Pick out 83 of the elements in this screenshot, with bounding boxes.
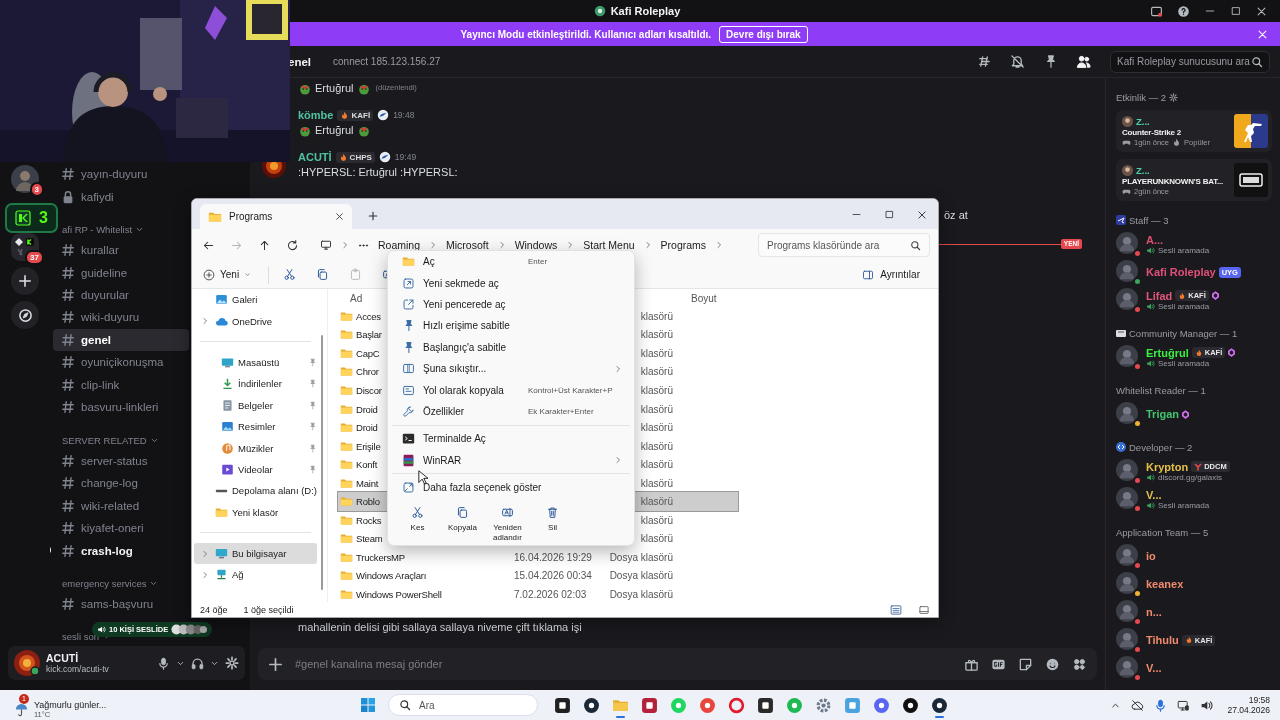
message-text: mahallenin delisi gibi sallaya sallaya niveme çift tıklama işi (298, 620, 582, 633)
file-name: Discor (356, 384, 382, 396)
member-name: A... (1146, 233, 1164, 246)
file-type: Dosya klasörü (608, 588, 673, 600)
badge-count: 3 (39, 209, 48, 227)
member-name: Kafi Roleplay (1146, 266, 1216, 278)
file-name: TruckersMP (356, 551, 405, 563)
member-name: Tihulu (1146, 634, 1179, 646)
file-name: Roblo (356, 496, 380, 508)
member-activity: Sesli aramada (1158, 358, 1210, 368)
message-text: :HYPERSL: Ertuğrul :HYPERSL: (298, 165, 458, 178)
message-text: öz at (944, 208, 968, 221)
file-name: Rocks (356, 514, 382, 526)
member-name: V... (1146, 662, 1162, 674)
member-name: Lifad (1146, 289, 1173, 302)
file-type: klasörü (639, 403, 673, 415)
member-name: io (1146, 550, 1156, 562)
file-type: klasörü (639, 496, 673, 508)
message-time: 19:49 (394, 152, 417, 162)
member-activity: Sesli aramada (1158, 301, 1210, 311)
section-heading: Whitelist Reader — 1 (1116, 384, 1206, 396)
file-type: klasörü (639, 310, 673, 322)
file-type: klasörü (639, 533, 673, 545)
file-name: Başlar (356, 329, 382, 341)
file-name: Droid (356, 422, 378, 434)
status-text: 24 öğe (200, 604, 228, 615)
status-text: 1 öğe seçildi (243, 604, 294, 615)
section-heading: Developer — 2 (1129, 441, 1193, 453)
section-heading: Community Manager — 1 (1129, 327, 1238, 339)
user-name: ACUTİ (46, 652, 80, 664)
section-heading: Application Team — 5 (1116, 526, 1209, 538)
file-type: klasörü (639, 514, 673, 526)
window-title: Kafi Roleplay (610, 5, 681, 17)
file-name: Windows PowerShell (356, 588, 442, 600)
game-title: Counter-Strike 2 (1122, 127, 1183, 137)
file-name: Windows Araçları (356, 570, 427, 582)
member-name: Ertuğrul (1146, 346, 1189, 359)
file-type: klasörü (639, 459, 673, 471)
file-type: klasörü (639, 347, 673, 359)
shortcut-text: Enter (528, 257, 549, 267)
member-name: n... (1146, 606, 1162, 618)
file-name: Konft (356, 459, 378, 471)
file-name: Erişile (356, 440, 381, 452)
member-activity: discord.gg/galaxis (1158, 472, 1223, 482)
shortcut-text: Kontrol+Üst Karakter+P (528, 385, 614, 395)
file-name: Maint (356, 477, 379, 489)
file-name: Droid (356, 403, 378, 415)
member-name: V... (1146, 488, 1162, 501)
file-type: klasörü (639, 422, 673, 434)
file-name: Chror (356, 366, 379, 378)
file-date: 7.02.2026 02:03 (514, 588, 588, 600)
banner-text: Yayıncı Modu etkinleştirildi. Kullanıcı adları kısaltıldı. (460, 28, 712, 40)
member-activity: Sesli aramada (1158, 245, 1210, 255)
file-date: 16.04.2026 19:29 (514, 551, 593, 563)
section-heading: Staff — 3 (1129, 214, 1169, 226)
tag-label: CHPS (349, 152, 372, 162)
member-name: Krypton (1146, 460, 1189, 473)
file-type: klasörü (639, 329, 673, 341)
file-type: Dosya klasörü (608, 551, 673, 563)
file-type: klasörü (639, 366, 673, 378)
message-text: Ertuğrul (315, 81, 354, 94)
weather-text: Yağmurlu günler... (34, 699, 107, 710)
member-name: keanex (1146, 578, 1184, 590)
shortcut-text: Ek Karakter+Enter (528, 406, 595, 416)
game-title: PLAYERUNKNOWN'S BAT... (1122, 176, 1225, 186)
tag-label: KAFİ (351, 110, 371, 120)
file-type: Dosya klasörü (608, 570, 673, 582)
user-name: Z... (1136, 115, 1150, 127)
file-type: klasörü (639, 440, 673, 452)
member-name: Trigan (1146, 408, 1179, 420)
file-name: Steam (356, 533, 383, 545)
channel-topic: connect 185.123.156.27 (333, 56, 441, 67)
user-status: kick.com/acuti-tv (46, 664, 110, 674)
file-name: Acces (356, 310, 381, 322)
file-type: klasörü (639, 477, 673, 489)
section-heading: Etkinlik — 2 (1116, 91, 1167, 103)
file-date: 15.04.2026 00:34 (514, 570, 593, 582)
message-text: Ertuğrul (315, 123, 354, 136)
message-time: 19:48 (393, 110, 415, 120)
unread-badge: 37 (25, 250, 44, 265)
user-name: Z... (1136, 164, 1150, 176)
file-name: CapC (356, 347, 380, 359)
member-activity: Sesli aramada (1158, 500, 1210, 510)
